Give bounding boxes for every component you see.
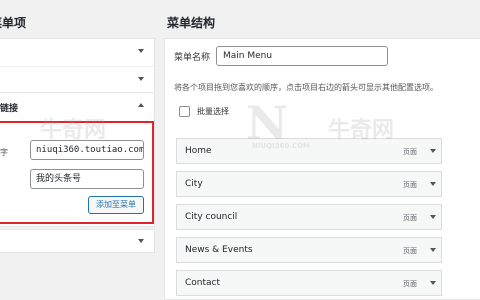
menu-item-title: City	[185, 179, 203, 189]
chevron-down-icon[interactable]	[430, 281, 436, 285]
menu-name-label: 菜单名称	[174, 53, 211, 63]
menu-item-city-council[interactable]: City council 页面	[176, 204, 442, 230]
chevron-down-icon[interactable]	[430, 149, 436, 153]
chevron-down-icon[interactable]	[138, 239, 144, 243]
menu-item-type: 页面	[403, 280, 417, 288]
accordion-section-posts[interactable]	[0, 67, 154, 95]
menu-name-input[interactable]: Main Menu	[216, 46, 388, 66]
chevron-down-icon[interactable]	[138, 77, 144, 81]
chevron-down-icon[interactable]	[138, 49, 144, 53]
menu-item-title: City council	[185, 212, 238, 222]
accordion-section-categories[interactable]	[0, 229, 155, 253]
link-text-label: 文字	[0, 148, 8, 157]
bulk-select-checkbox[interactable]	[179, 106, 190, 117]
chevron-down-icon[interactable]	[430, 215, 436, 219]
menu-item-type: 页面	[403, 181, 417, 189]
accordion-section-pages[interactable]	[0, 39, 154, 67]
menu-item-home[interactable]: Home 页面	[176, 138, 442, 164]
menu-item-title: Home	[185, 146, 212, 156]
menu-item-city[interactable]: City 页面	[176, 171, 442, 197]
custom-links-title[interactable]: 义链接	[0, 101, 18, 114]
menu-item-title: News & Events	[185, 245, 253, 255]
menu-item-contact[interactable]: Contact 页面	[176, 270, 442, 296]
custom-link-text-input[interactable]: 我的头条号	[30, 169, 144, 189]
menu-instructions: 将各个项目拖到您喜欢的顺序，点击项目右边的箭头可显示其他配置选项。	[174, 83, 438, 92]
menu-item-type: 页面	[403, 214, 417, 222]
menu-item-news-events[interactable]: News & Events 页面	[176, 237, 442, 263]
menu-item-title: Contact	[185, 278, 221, 288]
custom-link-url-input[interactable]: niuqi360.toutiao.com	[30, 140, 144, 160]
menu-items-accordion	[0, 38, 155, 96]
chevron-down-icon[interactable]	[430, 182, 436, 186]
menu-item-type: 页面	[403, 247, 417, 255]
bulk-select-label[interactable]: 批量选择	[197, 106, 229, 117]
add-menu-items-heading: 菜单项	[0, 16, 27, 30]
add-menu-items-panel: 菜单项 义链接 niuqi360.toutiao.com 文字 我的头条号 添加…	[0, 0, 158, 300]
chevron-up-icon[interactable]	[138, 103, 144, 107]
menu-item-type: 页面	[403, 148, 417, 156]
menu-structure-heading: 菜单结构	[167, 16, 216, 30]
chevron-down-icon[interactable]	[430, 248, 436, 252]
add-to-menu-button[interactable]: 添加至菜单	[88, 196, 144, 214]
